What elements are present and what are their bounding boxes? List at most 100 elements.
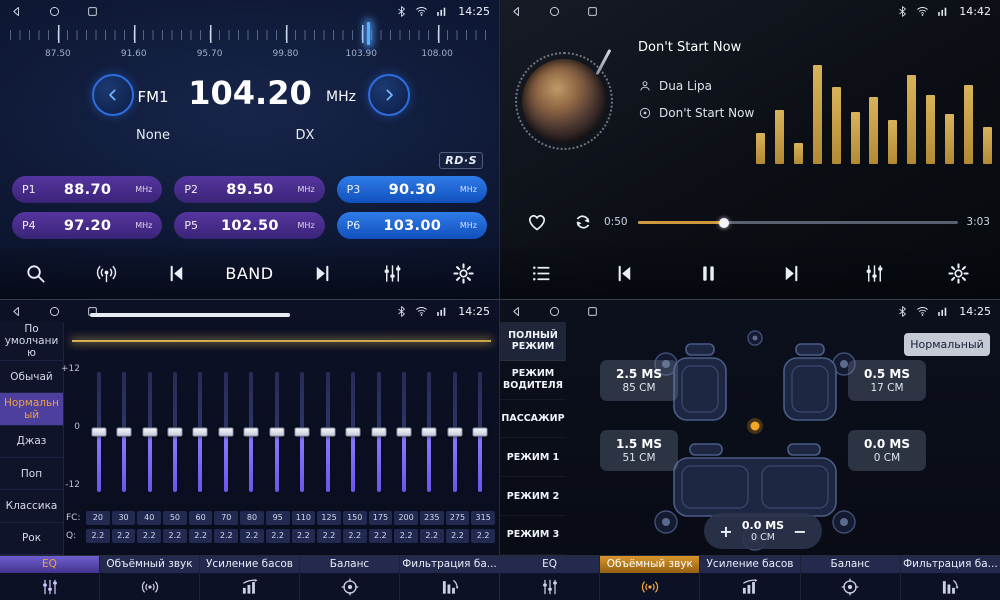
- tab-bass-boost[interactable]: Усиление басов: [200, 556, 300, 600]
- previous-button[interactable]: [603, 251, 647, 295]
- settings-button[interactable]: [442, 251, 486, 295]
- back-button[interactable]: [9, 304, 23, 318]
- eq-band-slider[interactable]: [442, 372, 467, 492]
- tab-surround-sound[interactable]: Объёмный звук: [600, 556, 700, 600]
- tab-bass-boost[interactable]: Усиление басов: [700, 556, 800, 600]
- eq-preset-item[interactable]: Рок: [0, 523, 63, 555]
- eq-preset-item[interactable]: Поп: [0, 458, 63, 490]
- eq-slider-knob[interactable]: [396, 428, 411, 437]
- recents-button[interactable]: [585, 4, 599, 18]
- seek-next-button[interactable]: [300, 251, 344, 295]
- eq-band-slider[interactable]: [111, 372, 136, 492]
- tab-eq[interactable]: EQ: [0, 556, 100, 600]
- preset-button-p1[interactable]: P188.70MHz: [12, 176, 162, 203]
- eq-slider-knob[interactable]: [193, 428, 208, 437]
- eq-slider-knob[interactable]: [142, 428, 157, 437]
- home-button[interactable]: [547, 4, 561, 18]
- stations-button[interactable]: [84, 251, 128, 295]
- frequency-ruler[interactable]: 87.5091.6095.7099.80103.90108.00: [10, 25, 489, 65]
- delay-front-right[interactable]: 0.5 MS17 CM: [848, 360, 926, 401]
- pause-button[interactable]: [686, 251, 730, 295]
- surround-mode-item[interactable]: РЕЖИМ 3: [500, 516, 566, 555]
- eq-band-slider[interactable]: [86, 372, 111, 492]
- favorite-button[interactable]: [524, 210, 550, 236]
- queue-button[interactable]: [520, 251, 564, 295]
- eq-band-slider[interactable]: [188, 372, 213, 492]
- eq-slider-knob[interactable]: [295, 428, 310, 437]
- preset-button-p3[interactable]: P390.30MHz: [337, 176, 487, 203]
- search-button[interactable]: [13, 251, 57, 295]
- tab-surround-sound[interactable]: Объёмный звук: [100, 556, 200, 600]
- eq-band-slider[interactable]: [366, 372, 391, 492]
- tab-eq[interactable]: EQ: [500, 556, 600, 600]
- recents-button[interactable]: [85, 304, 99, 318]
- eq-slider-knob[interactable]: [371, 428, 386, 437]
- preset-button-p6[interactable]: P6103.00MHz: [337, 212, 487, 239]
- eq-band-slider[interactable]: [340, 372, 365, 492]
- recents-button[interactable]: [585, 304, 599, 318]
- seek-prev-button[interactable]: [155, 251, 199, 295]
- home-button[interactable]: [547, 304, 561, 318]
- tab-filter[interactable]: Фильтрация ба...: [400, 556, 499, 600]
- eq-band-slider[interactable]: [417, 372, 442, 492]
- delay-decrease-button[interactable]: −: [790, 522, 810, 541]
- eq-band-slider[interactable]: [391, 372, 416, 492]
- seek-bar-knob[interactable]: [719, 218, 729, 228]
- eq-band-slider[interactable]: [290, 372, 315, 492]
- eq-band-slider[interactable]: [213, 372, 238, 492]
- eq-slider-knob[interactable]: [117, 428, 132, 437]
- eq-band-slider[interactable]: [315, 372, 340, 492]
- fc-value: 275: [446, 511, 470, 525]
- surround-mode-item[interactable]: ПОЛНЫЙ РЕЖИМ: [500, 322, 566, 361]
- delay-rear-right[interactable]: 0.0 MS0 CM: [848, 430, 926, 471]
- tab-filter[interactable]: Фильтрация ба...: [901, 556, 1000, 600]
- eq-preset-item[interactable]: Нормальный: [0, 393, 63, 425]
- delay-front-left[interactable]: 2.5 MS85 CM: [600, 360, 678, 401]
- back-button[interactable]: [509, 304, 523, 318]
- eq-band-slider[interactable]: [468, 372, 493, 492]
- surround-mode-item[interactable]: РЕЖИМ 1: [500, 438, 566, 477]
- eq-slider-knob[interactable]: [269, 428, 284, 437]
- tab-balance[interactable]: Баланс: [801, 556, 901, 600]
- audio-eq-button[interactable]: [371, 251, 415, 295]
- eq-slider-knob[interactable]: [168, 428, 183, 437]
- eq-preset-item[interactable]: По умолчанию: [0, 322, 63, 361]
- eq-slider-knob[interactable]: [244, 428, 259, 437]
- sound-profile-button[interactable]: Нормальный: [904, 333, 990, 356]
- eq-slider-knob[interactable]: [422, 428, 437, 437]
- preset-button-p2[interactable]: P289.50MHz: [174, 176, 324, 203]
- eq-slider-knob[interactable]: [320, 428, 335, 437]
- home-button[interactable]: [47, 4, 61, 18]
- preset-button-p4[interactable]: P497.20MHz: [12, 212, 162, 239]
- surround-mode-item[interactable]: РЕЖИМ 2: [500, 477, 566, 516]
- tab-balance[interactable]: Баланс: [300, 556, 400, 600]
- surround-mode-item[interactable]: РЕЖИМ ВОДИТЕЛЯ: [500, 361, 566, 400]
- eq-slider-knob[interactable]: [91, 428, 106, 437]
- home-button[interactable]: [47, 304, 61, 318]
- band-button[interactable]: BAND: [225, 251, 273, 295]
- eq-band-slider[interactable]: [264, 372, 289, 492]
- eq-slider-knob[interactable]: [447, 428, 462, 437]
- tune-up-button[interactable]: [368, 74, 410, 116]
- back-button[interactable]: [9, 4, 23, 18]
- eq-preset-item[interactable]: Классика: [0, 490, 63, 522]
- audio-eq-button[interactable]: [853, 251, 897, 295]
- preset-button-p5[interactable]: P5102.50MHz: [174, 212, 324, 239]
- recents-button[interactable]: [85, 4, 99, 18]
- eq-band-slider[interactable]: [137, 372, 162, 492]
- seek-bar[interactable]: [638, 221, 958, 224]
- eq-preset-item[interactable]: Обычай: [0, 361, 63, 393]
- delay-rear-left[interactable]: 1.5 MS51 CM: [600, 430, 678, 471]
- delay-increase-button[interactable]: +: [716, 522, 736, 541]
- eq-slider-knob[interactable]: [218, 428, 233, 437]
- next-button[interactable]: [770, 251, 814, 295]
- surround-mode-item[interactable]: ПАССАЖИР: [500, 400, 566, 439]
- eq-preset-item[interactable]: Джаз: [0, 426, 63, 458]
- back-button[interactable]: [509, 4, 523, 18]
- eq-band-slider[interactable]: [239, 372, 264, 492]
- repeat-button[interactable]: [570, 210, 596, 236]
- eq-slider-knob[interactable]: [473, 428, 488, 437]
- eq-slider-knob[interactable]: [346, 428, 361, 437]
- eq-band-slider[interactable]: [162, 372, 187, 492]
- settings-button[interactable]: [936, 251, 980, 295]
